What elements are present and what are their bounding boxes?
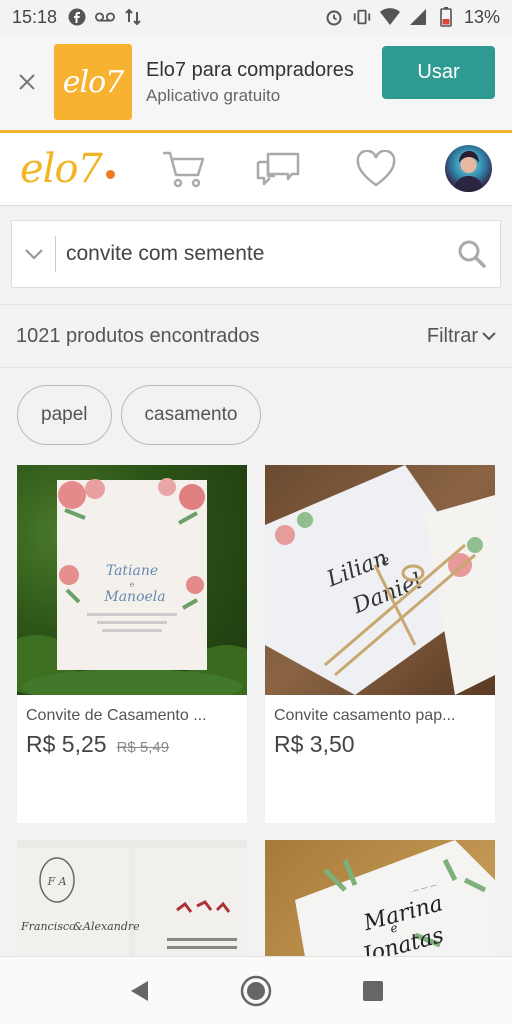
voicemail-icon [95, 7, 116, 27]
banner-close-button[interactable] [0, 34, 54, 130]
filter-button[interactable]: Filtrar [427, 325, 496, 348]
user-avatar[interactable] [445, 145, 492, 192]
chat-icon [256, 152, 300, 186]
logo-text: elo7 [20, 146, 103, 192]
vibrate-icon [352, 7, 372, 27]
site-header: elo7 [0, 130, 512, 206]
filter-chips: papel casamento [17, 385, 262, 445]
invite-name-1: Tatiane [106, 563, 158, 579]
chevron-down-icon [24, 249, 43, 260]
cart-button[interactable] [160, 147, 208, 191]
results-count: 1021 produtos encontrados [16, 324, 260, 347]
product-price: R$ 5,25 [26, 731, 107, 757]
invite-name-1: Francisco [20, 920, 76, 933]
product-card[interactable]: Tatiane e Manoela Convite de Casamento .… [17, 465, 247, 823]
chevron-down-icon [482, 332, 496, 341]
app-logo: elo7 [54, 44, 132, 120]
search-area [0, 206, 512, 304]
price-row: R$ 3,50 [274, 731, 486, 758]
nav-home-button[interactable] [236, 971, 276, 1011]
close-icon [19, 74, 35, 90]
product-info: Convite de Casamento ... R$ 5,25 R$ 5,49 [17, 695, 247, 823]
back-icon [130, 980, 148, 1001]
recents-icon [363, 980, 384, 1001]
search-category-dropdown[interactable] [12, 236, 56, 272]
status-time: 15:18 [12, 6, 58, 27]
favorites-button[interactable] [352, 147, 400, 191]
messages-button[interactable] [254, 147, 302, 191]
alarm-icon [324, 7, 344, 27]
product-image[interactable]: Tatiane e Manoela [17, 465, 247, 695]
search-icon [458, 240, 486, 268]
nav-recents-button[interactable] [353, 971, 393, 1011]
android-nav-bar [0, 956, 512, 1024]
status-system-icons: 13% [324, 7, 500, 28]
wifi-icon [379, 7, 400, 27]
product-card[interactable]: — — — Marina e Jonatas [265, 840, 495, 956]
chip-papel[interactable]: papel [17, 385, 112, 445]
search-input[interactable] [56, 242, 444, 266]
product-image[interactable]: Lilian e Daniel [265, 465, 495, 695]
battery-percent: 13% [463, 6, 500, 27]
cart-icon [163, 151, 205, 188]
chip-casamento[interactable]: casamento [120, 385, 262, 445]
invite-conjunction: & [73, 920, 83, 933]
product-title[interactable]: Convite de Casamento ... [26, 707, 238, 725]
svg-text:F A: F A [46, 875, 66, 888]
invite-conjunction: e [130, 580, 135, 589]
product-card[interactable]: Lilian e Daniel Convite casamento pap...… [265, 465, 495, 823]
price-row: R$ 5,25 R$ 5,49 [26, 731, 238, 758]
search-box [11, 220, 501, 288]
home-icon [240, 975, 272, 1006]
product-price: R$ 3,50 [274, 731, 355, 757]
product-old-price: R$ 5,49 [116, 739, 170, 756]
banner-text: Elo7 para compradores Aplicativo gratuit… [146, 59, 354, 106]
app-install-banner: elo7 Elo7 para compradores Aplicativo gr… [0, 34, 512, 130]
filter-label: Filtrar [426, 324, 478, 347]
invite-name-2: Manoela [103, 589, 165, 605]
product-title[interactable]: Convite casamento pap... [274, 707, 486, 725]
signal-icon [408, 7, 428, 27]
banner-title: Elo7 para compradores [146, 58, 354, 81]
data-transfer-icon [123, 7, 143, 27]
product-image[interactable]: F A Francisco & Alexandre [17, 840, 247, 956]
product-image[interactable]: — — — Marina e Jonatas [265, 840, 495, 956]
battery-icon [436, 7, 456, 27]
invite-name-2: Alexandre [82, 920, 140, 933]
status-notification-icons [67, 7, 143, 27]
install-app-button[interactable]: Usar [382, 46, 495, 99]
banner-subtitle: Aplicativo gratuito [146, 85, 281, 105]
facebook-icon [67, 7, 87, 27]
logo-dot [106, 169, 115, 179]
product-info: Convite casamento pap... R$ 3,50 [265, 695, 495, 823]
search-button[interactable] [444, 239, 500, 269]
elo7-logo[interactable]: elo7 [20, 146, 115, 192]
results-bar: 1021 produtos encontrados Filtrar [0, 304, 512, 368]
product-card[interactable]: F A Francisco & Alexandre [17, 840, 247, 956]
heart-icon [356, 150, 396, 187]
status-bar: 15:18 13% [0, 0, 512, 34]
nav-back-button[interactable] [119, 971, 159, 1011]
